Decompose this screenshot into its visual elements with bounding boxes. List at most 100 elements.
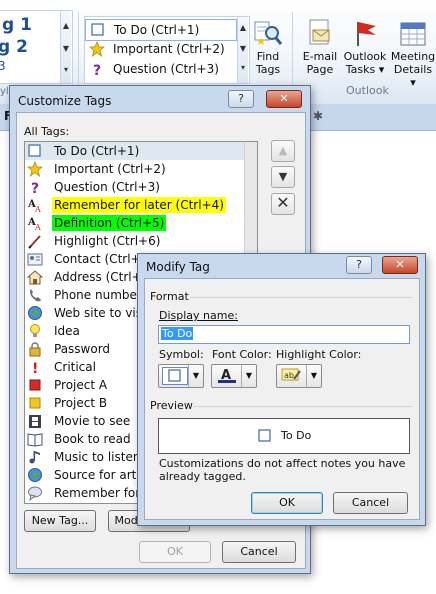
- help-button[interactable]: ?: [346, 256, 372, 274]
- find-tags-label-2: Tags: [255, 63, 281, 76]
- tag-preview: To Do: [158, 418, 410, 454]
- tag-label: Remember for later (Ctrl+4): [52, 197, 226, 213]
- tag-label: Critical: [54, 360, 96, 374]
- highlighter-icon: ab: [280, 367, 304, 383]
- delete-tag-button[interactable]: ✕: [271, 193, 295, 215]
- globe-icon: [27, 467, 43, 483]
- more-icon[interactable]: ▾: [238, 63, 248, 72]
- tag-label: Book to read: [54, 432, 131, 446]
- tags-gallery-label: To Do (Ctrl+1): [114, 23, 200, 37]
- chevron-down-icon: ▼: [241, 365, 256, 387]
- film-icon: [27, 413, 43, 429]
- move-up-button[interactable]: ▲: [271, 140, 295, 162]
- list-item[interactable]: ? Question (Ctrl+3): [25, 178, 247, 197]
- list-item[interactable]: To Do (Ctrl+1): [25, 142, 247, 160]
- modify-ok-button[interactable]: OK: [251, 492, 323, 514]
- scroll-down-icon[interactable]: ▼: [238, 44, 248, 53]
- calendar-icon: [398, 18, 428, 48]
- star-icon: [88, 40, 106, 58]
- close-button[interactable]: ✕: [266, 90, 302, 108]
- question-icon: ?: [89, 61, 105, 79]
- meeting-details-button[interactable]: Meeting Details ▾: [390, 18, 436, 89]
- svg-text:A: A: [34, 205, 41, 213]
- list-item[interactable]: Highlight (Ctrl+6): [25, 232, 247, 250]
- pen-icon: [27, 233, 43, 249]
- flag-icon: [350, 18, 380, 48]
- email-page-button[interactable]: E-mail Page: [300, 18, 340, 76]
- all-tags-label: All Tags:: [24, 125, 70, 138]
- symbol-label: Symbol:: [159, 348, 204, 361]
- red-square-icon: [27, 377, 43, 393]
- svg-text:ab: ab: [284, 371, 294, 380]
- outlook-tasks-button[interactable]: Outlook Tasks ▾: [340, 18, 390, 76]
- checkbox-icon: [257, 428, 273, 447]
- display-name-input[interactable]: To Do: [158, 325, 410, 344]
- list-item[interactable]: Important (Ctrl+2): [25, 160, 247, 178]
- font-color-dropdown[interactable]: A ▼: [211, 364, 257, 388]
- help-button[interactable]: ?: [228, 90, 254, 108]
- tag-label: Definition (Ctrl+5): [52, 215, 167, 231]
- book-icon: [27, 431, 43, 447]
- more-icon[interactable]: ▾: [61, 65, 71, 74]
- globe-icon: [27, 305, 43, 321]
- list-item[interactable]: A A Definition (Ctrl+5): [25, 214, 247, 232]
- tag-label: Idea: [54, 324, 80, 338]
- tag-label: Project B: [54, 396, 108, 410]
- group-divider: [190, 297, 412, 298]
- scroll-down-icon[interactable]: ▼: [61, 44, 71, 53]
- dialog-title: Modify Tag: [146, 260, 210, 274]
- house-icon: [26, 269, 44, 285]
- style-heading-1[interactable]: g 1: [2, 15, 32, 35]
- new-section-tab[interactable]: ✱: [313, 109, 323, 123]
- font-a-icon: AA: [27, 197, 43, 214]
- tags-gallery-item-question[interactable]: ? Question (Ctrl+3): [85, 59, 235, 79]
- find-tags-button[interactable]: Find Tags: [252, 18, 284, 76]
- style-heading-3[interactable]: 3: [0, 59, 6, 73]
- svg-text:?: ?: [93, 63, 101, 77]
- exclamation-icon: !: [27, 359, 43, 377]
- list-item[interactable]: A A Remember for later (Ctrl+4): [25, 196, 247, 214]
- preview-text: To Do: [281, 429, 312, 442]
- contact-card-icon: [27, 251, 43, 267]
- star-icon: [26, 160, 44, 178]
- tag-label: Phone number: [54, 288, 142, 302]
- preview-group-label: Preview: [150, 399, 193, 412]
- lock-icon: [27, 341, 43, 357]
- outlook-tasks-label-2: Tasks ▾: [345, 63, 385, 76]
- tags-gallery[interactable]: To Do (Ctrl+1) Important (Ctrl+2) ? Ques…: [84, 16, 250, 84]
- phone-icon: [27, 287, 43, 303]
- scroll-up-icon[interactable]: ▲: [238, 23, 248, 32]
- dialog-title: Customize Tags: [18, 94, 112, 108]
- tags-gallery-label: Question (Ctrl+3): [113, 62, 219, 76]
- tags-gallery-item-important[interactable]: Important (Ctrl+2): [85, 39, 235, 59]
- cancel-button[interactable]: Cancel: [222, 541, 296, 563]
- email-page-icon: [305, 18, 335, 48]
- checkbox-icon: [27, 143, 43, 159]
- styles-gallery-scroll[interactable]: ▲ ▼ ▾: [60, 11, 71, 83]
- lightbulb-icon: [27, 323, 43, 339]
- format-group-label: Format: [150, 290, 189, 303]
- ok-button[interactable]: OK: [139, 541, 211, 563]
- yellow-square-icon: [27, 395, 43, 411]
- delete-icon: ✕: [276, 193, 290, 212]
- tag-label: Movie to see: [54, 414, 131, 428]
- email-page-label: E-mail: [302, 50, 338, 63]
- styles-gallery[interactable]: g 1 g 2 3 ▲ ▼ ▾: [0, 10, 73, 84]
- move-down-button[interactable]: ▼: [271, 166, 295, 188]
- email-page-label-2: Page: [306, 63, 334, 76]
- modify-cancel-button[interactable]: Cancel: [333, 492, 408, 514]
- close-button[interactable]: ✕: [382, 256, 418, 274]
- highlight-color-dropdown[interactable]: ab ▼: [276, 364, 322, 388]
- svg-text:?: ?: [31, 181, 39, 195]
- tag-label: Highlight (Ctrl+6): [54, 234, 161, 248]
- tag-label: Question (Ctrl+3): [54, 180, 160, 194]
- style-heading-2[interactable]: g 2: [0, 37, 28, 57]
- tags-gallery-scroll[interactable]: ▲ ▼ ▾: [237, 17, 248, 83]
- scroll-up-icon[interactable]: ▲: [61, 21, 71, 30]
- tags-gallery-item-todo[interactable]: To Do (Ctrl+1): [85, 19, 237, 41]
- chevron-down-icon: ▼: [306, 365, 321, 387]
- svg-text:A: A: [34, 223, 41, 231]
- symbol-dropdown[interactable]: ▼: [158, 364, 204, 388]
- tag-label: To Do (Ctrl+1): [54, 144, 140, 158]
- new-tag-button[interactable]: New Tag...: [24, 510, 96, 532]
